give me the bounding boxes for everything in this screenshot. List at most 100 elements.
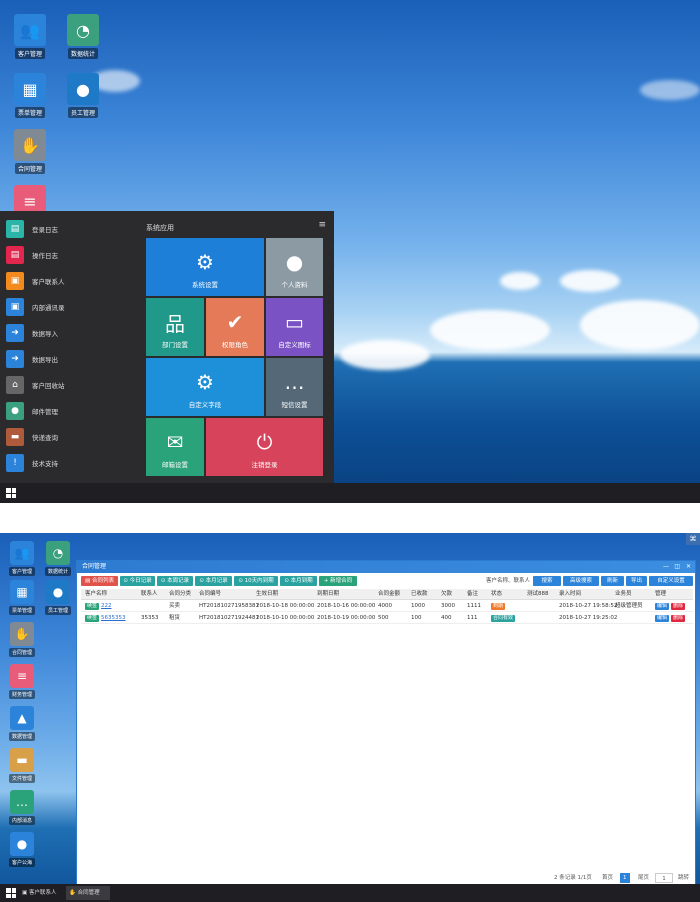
column-header[interactable]: 到期日期	[317, 589, 339, 600]
toolbar-button-0[interactable]: ▤ 合同列表	[81, 576, 118, 586]
last-page-button[interactable]: 尾页	[635, 873, 652, 883]
column-header[interactable]: 联系人	[141, 589, 158, 600]
start-menu-item[interactable]: ➜ 数据导入	[0, 320, 140, 346]
column-header[interactable]: 已收款	[411, 589, 428, 600]
toolbar-button-3[interactable]: ⊙ 本月记录	[195, 576, 232, 586]
desktop-icon-users[interactable]: 👥 客户管理	[4, 541, 40, 576]
column-header[interactable]: 生效日期	[256, 589, 278, 600]
toolbar-label: 本周记录	[167, 578, 190, 584]
desktop-icon-handshake[interactable]: ✋ 合同管理	[4, 622, 40, 657]
taskbar-item-contracts[interactable]: ✋ 合同管理	[66, 886, 110, 900]
column-header[interactable]: 合同分类	[169, 589, 191, 600]
renew-badge[interactable]: 续签	[85, 603, 100, 610]
tile-monitor[interactable]: ▭ 自定义图标	[266, 298, 323, 356]
first-page-button[interactable]: 首页	[599, 873, 616, 883]
renew-badge[interactable]: 续签	[85, 615, 100, 622]
cell-name[interactable]: 续签 5635353	[85, 613, 126, 624]
delete-button[interactable]: 删除	[671, 615, 686, 622]
start-menu-item[interactable]: ▬ 快递查询	[0, 424, 140, 450]
column-header[interactable]: 欠款	[441, 589, 452, 600]
desktop-icon-handshake[interactable]: ✋ 合同管理	[7, 129, 53, 174]
tile-check[interactable]: ✔ 权限角色	[206, 298, 264, 356]
doc-icon: ▤	[6, 246, 24, 264]
toolbar-button-6[interactable]: + 新增合同	[319, 576, 357, 586]
customer-link[interactable]: 222	[101, 603, 112, 609]
action-button-4[interactable]: 自定义设置	[649, 576, 693, 586]
desktop-icon-user[interactable]: ● 员工管理	[60, 73, 106, 118]
start-menu-item[interactable]: ⌂ 客户回收站	[0, 372, 140, 398]
cell-name[interactable]: 续签 222	[85, 601, 112, 612]
cell-category: 租赁	[169, 615, 181, 621]
action-button-3[interactable]: 导出	[626, 576, 647, 586]
customer-link[interactable]: 5635353	[101, 615, 126, 621]
current-page[interactable]: 1	[620, 873, 630, 883]
desktop-icon-pie-chart[interactable]: ◔ 数据统计	[40, 541, 76, 576]
column-header[interactable]: 业务员	[615, 589, 632, 600]
toolbar-button-5[interactable]: ⊙ 本月到期	[280, 576, 317, 586]
column-header[interactable]: 合同金额	[378, 589, 400, 600]
column-header[interactable]: 状态	[491, 589, 502, 600]
start-menu-item[interactable]: ▣ 内部通讯录	[0, 294, 140, 320]
tile-org-chart[interactable]: 品部门设置	[146, 298, 204, 356]
cell-status: 到期	[491, 601, 506, 612]
column-header[interactable]: 客户名称	[85, 589, 107, 600]
users-icon: 👥	[14, 14, 46, 46]
tile-mail[interactable]: ✉ 邮箱设置	[146, 418, 204, 476]
delete-button[interactable]: 删除	[671, 603, 686, 610]
edit-button[interactable]: 编辑	[655, 615, 670, 622]
cell-amount: 4000	[378, 603, 392, 609]
cell-number: HT20181027195838​1	[199, 603, 259, 609]
desktop-icon-warning[interactable]: ▲ 数据管理	[4, 706, 40, 741]
desktop-icon-database[interactable]: ≡ 财务管理	[4, 664, 40, 699]
column-header[interactable]: 备注	[467, 589, 478, 600]
minimize-icon[interactable]: —	[663, 561, 669, 573]
desktop-icon-users[interactable]: 👥 客户管理	[7, 14, 53, 59]
table-row[interactable]: 续签 222 买卖 HT20181027195838​1 2018-10-18 00:0…	[81, 601, 693, 612]
menu-icon[interactable]: ≡	[318, 220, 326, 230]
column-header[interactable]: 管理	[655, 589, 666, 600]
toolbar-button-2[interactable]: ⊙ 本周记录	[157, 576, 193, 586]
window-titlebar[interactable]: 合同管理 — ◫ ✕	[77, 561, 695, 573]
tile-power[interactable]: ⏻ 注销登录	[206, 418, 323, 476]
start-menu-item[interactable]: ▤ 登录日志	[0, 216, 140, 242]
table-row[interactable]: 续签 5635353 35353 租赁 HT20181027192448​1 2018-1…	[81, 613, 693, 624]
corner-icon[interactable]: ⌘	[686, 533, 700, 545]
start-menu-item[interactable]: ● 邮件管理	[0, 398, 140, 424]
desktop-icon-pie-chart[interactable]: ◔ 数据统计	[60, 14, 106, 59]
windows-start-icon[interactable]	[6, 488, 16, 498]
taskbar	[0, 483, 700, 503]
desktop-icon-person[interactable]: ● 客户公海	[4, 832, 40, 867]
desktop-icon-folder[interactable]: ▬ 文件管理	[4, 748, 40, 783]
tile-chat[interactable]: … 短信设置	[266, 358, 323, 416]
tile-gears[interactable]: ⚙ 自定义字段	[146, 358, 264, 416]
action-button-2[interactable]: 刷新	[601, 576, 624, 586]
tile-label: 邮箱设置	[162, 461, 188, 469]
desktop-icon-message[interactable]: … 内部消息	[4, 790, 40, 825]
tile-gear[interactable]: ⚙ 系统设置	[146, 238, 264, 296]
page-number-input[interactable]: 1	[655, 873, 673, 883]
tile-avatar[interactable]: ● 个人资料	[266, 238, 323, 296]
column-header[interactable]: 测试888	[527, 589, 549, 600]
maximize-icon[interactable]: ◫	[674, 561, 680, 573]
edit-button[interactable]: 编辑	[655, 603, 670, 610]
column-header[interactable]: 合同编号	[199, 589, 221, 600]
start-menu-item[interactable]: ! 技术支持	[0, 450, 140, 476]
toolbar-button-4[interactable]: ⊙ 10天内到期	[234, 576, 278, 586]
desktop-icon-user[interactable]: ● 员工管理	[40, 580, 76, 615]
action-button-0[interactable]: 搜索	[533, 576, 561, 586]
toolbar-button-1[interactable]: ⊙ 今日记录	[120, 576, 155, 586]
start-menu-item[interactable]: ▣ 客户联系人	[0, 268, 140, 294]
jump-button[interactable]: 跳转	[675, 873, 692, 883]
taskbar-item-contacts[interactable]: ▣ 客户联系人	[22, 886, 64, 900]
desktop-icon-calculator[interactable]: ▦ 票单管理	[4, 580, 40, 615]
close-icon[interactable]: ✕	[686, 561, 691, 573]
start-menu-item[interactable]: ➜ 数据导出	[0, 346, 140, 372]
column-header[interactable]: 录入时间	[559, 589, 581, 600]
pie-chart-icon: ◔	[67, 14, 99, 46]
row-actions: 编辑 删除	[655, 613, 686, 624]
search-input[interactable]: 客户名称、联系人	[452, 576, 530, 586]
desktop-icon-calculator[interactable]: ▦ 票单管理	[7, 73, 53, 118]
windows-start-icon[interactable]	[6, 888, 16, 898]
start-menu-item[interactable]: ▤ 操作日志	[0, 242, 140, 268]
action-button-1[interactable]: 高级搜索	[563, 576, 599, 586]
